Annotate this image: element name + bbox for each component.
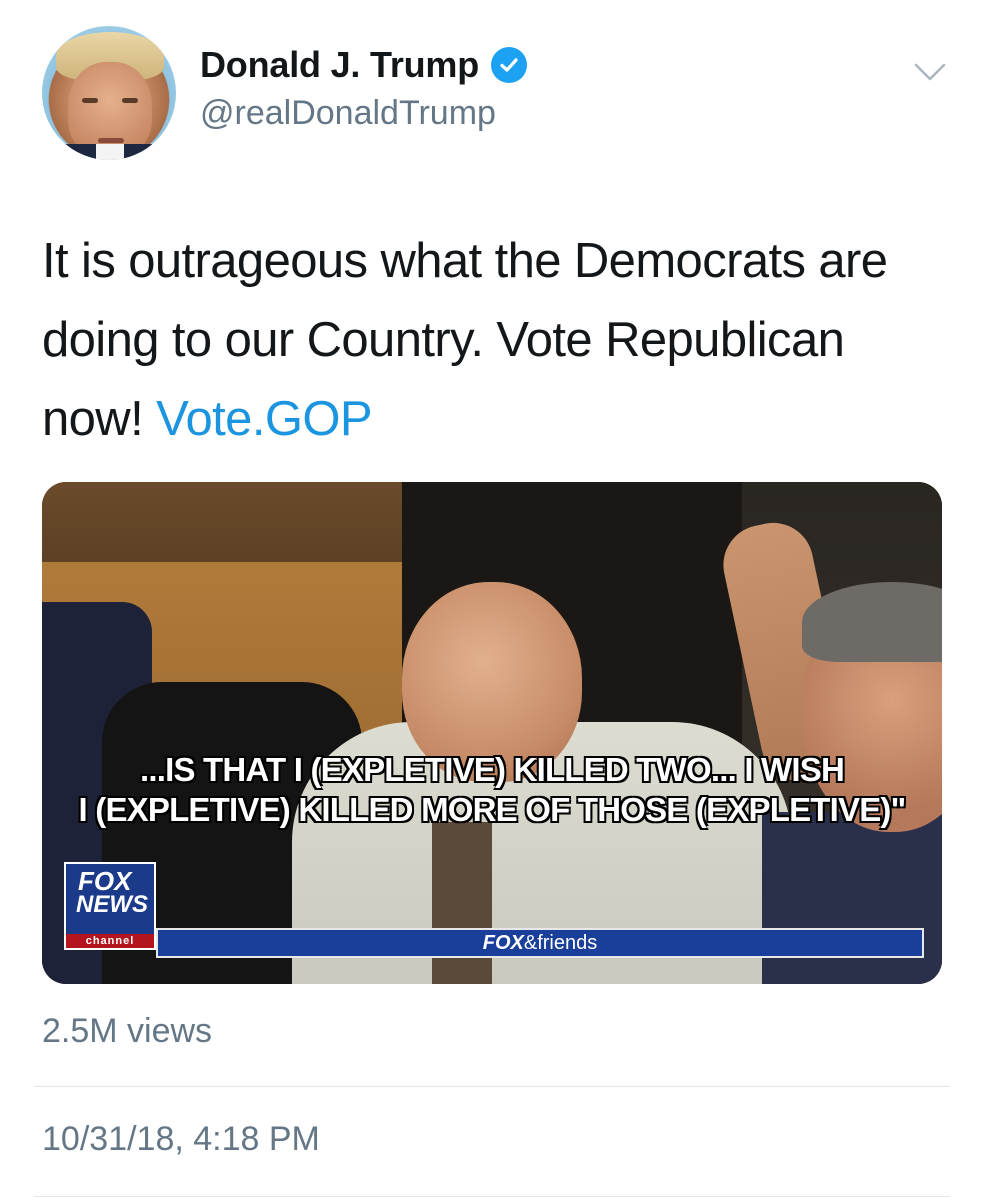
tweet-text: It is outrageous what the Democrats are … xyxy=(42,222,942,459)
checkmark-icon xyxy=(500,58,518,72)
bar-brand: FOX xyxy=(482,932,524,954)
divider xyxy=(34,1086,950,1087)
subtitle-line-2: I (EXPLETIVE) KILLED MORE OF THOSE (EXPL… xyxy=(78,791,907,828)
avatar[interactable] xyxy=(42,26,176,160)
subtitle-line-1: ...IS THAT I (EXPLETIVE) KILLED TWO... I… xyxy=(139,751,845,788)
video-subtitle: ...IS THAT I (EXPLETIVE) KILLED TWO... I… xyxy=(42,750,942,830)
tweet-link[interactable]: Vote.GOP xyxy=(156,392,372,446)
avatar-eye xyxy=(122,98,138,103)
video-man-right-body xyxy=(762,812,942,984)
logo-channel-text: channel xyxy=(66,934,154,948)
view-count: 2.5M views xyxy=(42,1012,213,1050)
avatar-mouth xyxy=(98,138,124,143)
video-media[interactable]: ...IS THAT I (EXPLETIVE) KILLED TWO... I… xyxy=(42,482,942,984)
fox-news-logo: FOX NEWS channel xyxy=(64,862,156,950)
logo-news-text: NEWS xyxy=(76,891,148,918)
avatar-shirt xyxy=(52,144,168,160)
bar-show: &friends xyxy=(523,932,598,954)
chevron-down-icon[interactable] xyxy=(912,60,948,84)
display-name[interactable]: Donald J. Trump xyxy=(200,44,479,86)
tweet-header: Donald J. Trump @realDonaldTrump xyxy=(0,0,983,190)
user-handle[interactable]: @realDonaldTrump xyxy=(200,94,496,133)
timestamp[interactable]: 10/31/18, 4:18 PM xyxy=(42,1120,320,1159)
fox-friends-bar: FOX&friends xyxy=(156,928,924,958)
video-man-tie xyxy=(432,822,492,984)
avatar-eye xyxy=(82,98,98,103)
divider xyxy=(34,1196,950,1197)
verified-badge-icon xyxy=(491,47,528,83)
name-row: Donald J. Trump xyxy=(200,44,528,86)
